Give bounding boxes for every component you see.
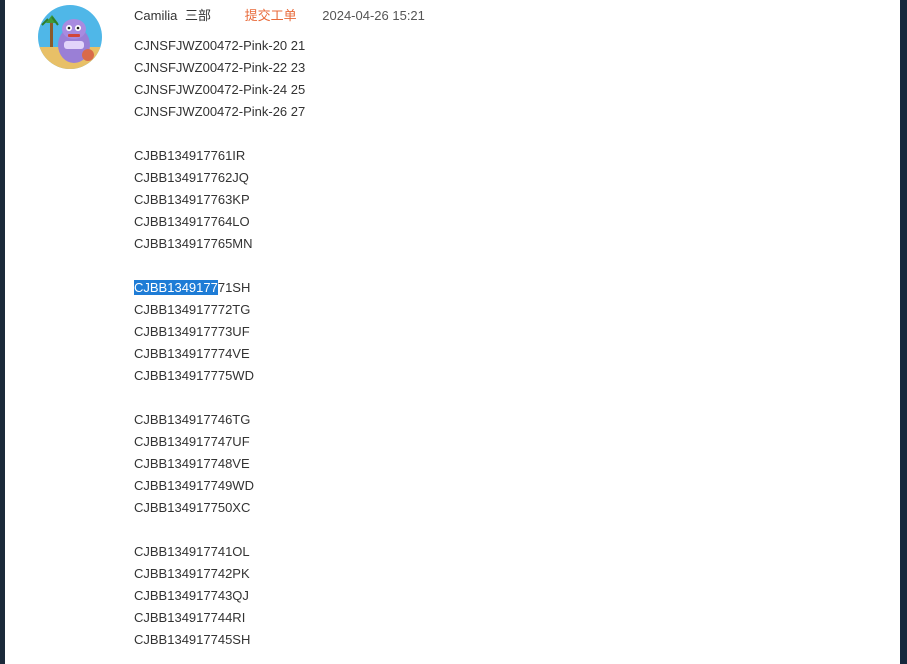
- message-line: CJBB134917746TG: [134, 412, 251, 427]
- message-line: CJBB134917750XC: [134, 500, 251, 515]
- message-line: CJBB134917773UF: [134, 324, 250, 339]
- message-line: CJNSFJWZ00472-Pink-26 27: [134, 104, 306, 119]
- message-line: CJBB134917765MN: [134, 236, 253, 251]
- sender-dept: 三部: [184, 8, 211, 23]
- message-line: CJBB134917772TG: [134, 302, 251, 317]
- message-body[interactable]: CJNSFJWZ00472-Pink-20 21 CJNSFJWZ00472-P…: [134, 35, 305, 651]
- message-timestamp: 2024-04-26 15:21: [322, 8, 425, 23]
- message-line: CJBB134917748VE: [134, 456, 250, 471]
- message-line: CJBB134917744RI: [134, 610, 246, 625]
- message-line-with-selection: CJBB134917771SH: [134, 277, 305, 299]
- message-line: CJBB134917742PK: [134, 566, 250, 581]
- message-line: CJBB134917763KP: [134, 192, 250, 207]
- message-line: CJBB134917743QJ: [134, 588, 249, 603]
- message-line: CJNSFJWZ00472-Pink-22 23: [134, 60, 306, 75]
- message-line: CJNSFJWZ00472-Pink-24 25: [134, 82, 306, 97]
- message-line: CJBB134917749WD: [134, 478, 254, 493]
- submit-ticket-link[interactable]: 提交工单: [245, 8, 297, 23]
- left-window-edge: [0, 0, 5, 664]
- text-selection[interactable]: CJBB1349177: [134, 280, 218, 295]
- message-line: CJBB134917775WD: [134, 368, 254, 383]
- message-line: CJBB134917747UF: [134, 434, 250, 449]
- right-window-edge: [900, 0, 907, 664]
- avatar-cartoon-icon: [38, 5, 102, 69]
- avatar[interactable]: [38, 5, 102, 69]
- message-header: Camilia 三部 提交工单 2024-04-26 15:21: [134, 7, 425, 25]
- message-line: CJBB134917745SH: [134, 632, 251, 647]
- message-line: CJBB134917762JQ: [134, 170, 249, 185]
- message-line: CJBB134917741OL: [134, 544, 250, 559]
- message-line: CJNSFJWZ00472-Pink-20 21: [134, 38, 306, 53]
- sender-name[interactable]: Camilia: [134, 8, 177, 23]
- message-line: CJBB134917774VE: [134, 346, 250, 361]
- unselected-text: 71SH: [217, 280, 251, 295]
- message-line: CJBB134917764LO: [134, 214, 250, 229]
- message-line: CJBB134917761IR: [134, 148, 246, 163]
